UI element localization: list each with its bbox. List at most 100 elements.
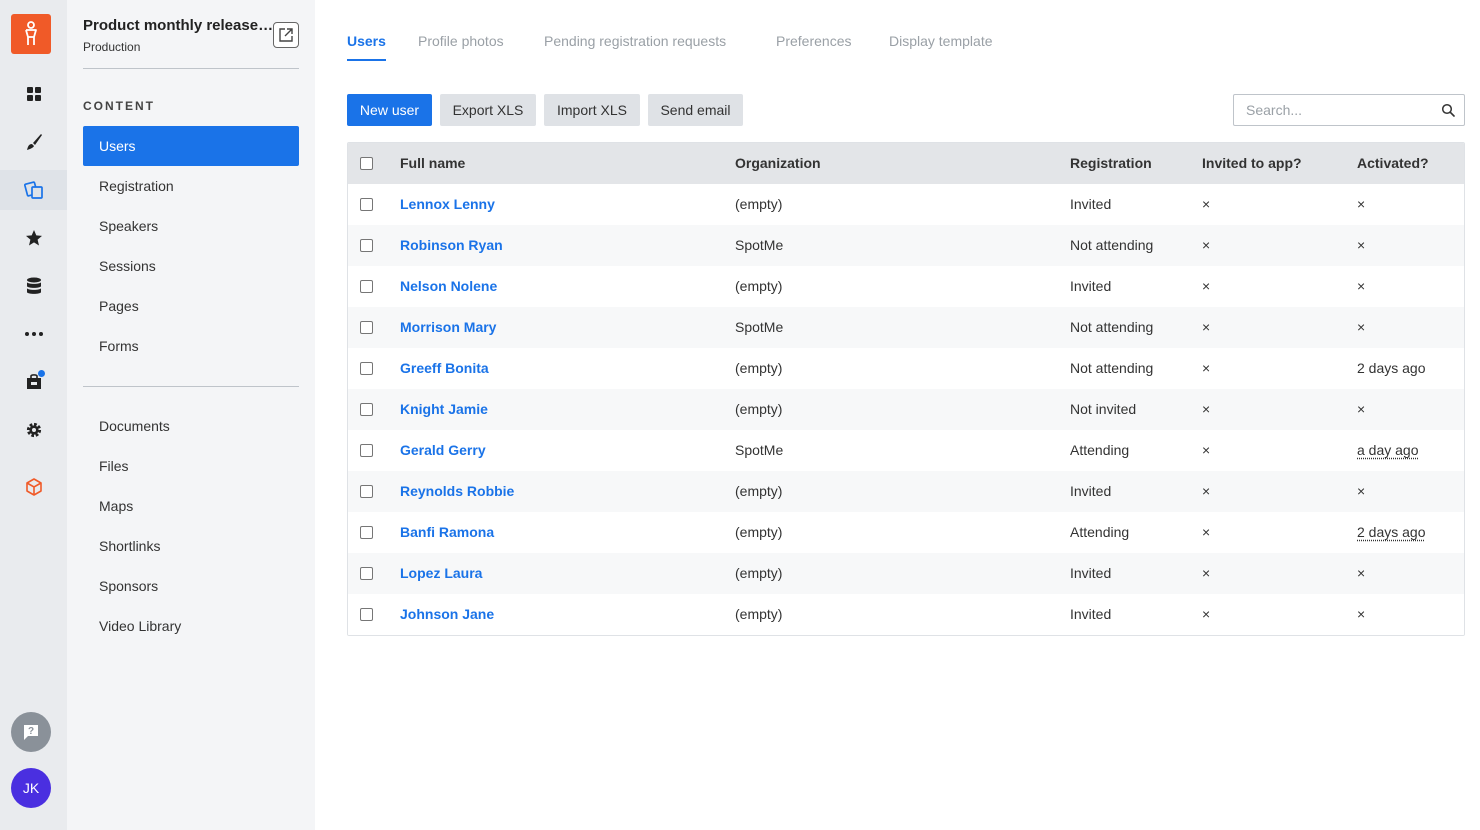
rail-favorites[interactable] [0, 218, 67, 258]
table-row: Johnson Jane (empty) Invited × × [348, 594, 1464, 635]
organization-cell: (empty) [735, 606, 783, 622]
svg-text:?: ? [28, 726, 34, 737]
row-checkbox[interactable] [360, 239, 373, 252]
registration-cell: Invited [1070, 483, 1112, 499]
sidebar-item-speakers[interactable]: Speakers [83, 206, 299, 246]
organization-cell: (empty) [735, 483, 783, 499]
active-tab-indicator [347, 59, 386, 61]
row-checkbox[interactable] [360, 485, 373, 498]
sidebar-item-files[interactable]: Files [83, 446, 299, 486]
row-checkbox[interactable] [360, 321, 373, 334]
row-checkbox[interactable] [360, 362, 373, 375]
activated-cell: × [1357, 483, 1366, 499]
tab-users[interactable]: Users [347, 33, 386, 49]
new-user-button[interactable]: New user [347, 94, 432, 126]
tab-display-template[interactable]: Display template [889, 33, 993, 49]
user-name-link[interactable]: Lennox Lenny [400, 196, 495, 212]
activated-cell: × [1357, 196, 1366, 212]
brand-logo[interactable] [11, 14, 51, 54]
more-icon [24, 332, 43, 336]
invited-cell: × [1202, 483, 1211, 499]
avatar[interactable]: JK [11, 768, 51, 808]
notification-dot [38, 370, 45, 377]
invited-cell: × [1202, 442, 1211, 458]
row-checkbox[interactable] [360, 280, 373, 293]
column-header-registration[interactable]: Registration [1070, 155, 1152, 171]
invited-cell: × [1202, 237, 1211, 253]
organization-cell: (empty) [735, 196, 783, 212]
open-external-button[interactable] [273, 22, 299, 48]
export-xls-button[interactable]: Export XLS [440, 94, 536, 126]
search-box [1233, 94, 1465, 126]
sidebar-item-documents[interactable]: Documents [83, 406, 299, 446]
row-checkbox[interactable] [360, 403, 373, 416]
search-icon[interactable] [1441, 103, 1455, 117]
user-name-link[interactable]: Johnson Jane [400, 606, 494, 622]
registration-cell: Not attending [1070, 360, 1154, 376]
row-checkbox[interactable] [360, 608, 373, 621]
rail-packages[interactable] [0, 467, 67, 507]
sidebar-item-users[interactable]: Users [83, 126, 299, 166]
sidebar-divider [83, 68, 299, 69]
user-name-link[interactable]: Morrison Mary [400, 319, 496, 335]
table-row: Banfi Ramona (empty) Attending × 2 days … [348, 512, 1464, 553]
user-name-link[interactable]: Reynolds Robbie [400, 483, 514, 499]
table-row: Nelson Nolene (empty) Invited × × [348, 266, 1464, 307]
registration-cell: Invited [1070, 196, 1112, 212]
table-row: Greeff Bonita (empty) Not attending × 2 … [348, 348, 1464, 389]
rail-design[interactable] [0, 122, 67, 162]
database-icon [26, 277, 41, 294]
user-name-link[interactable]: Gerald Gerry [400, 442, 486, 458]
import-xls-button[interactable]: Import XLS [544, 94, 640, 126]
user-name-link[interactable]: Knight Jamie [400, 401, 488, 417]
sidebar-item-pages[interactable]: Pages [83, 286, 299, 326]
activated-cell: 2 days ago [1357, 524, 1426, 540]
sidebar-item-maps[interactable]: Maps [83, 486, 299, 526]
search-input[interactable] [1234, 95, 1434, 125]
user-name-link[interactable]: Banfi Ramona [400, 524, 494, 540]
user-name-link[interactable]: Nelson Nolene [400, 278, 497, 294]
tab-profile-photos[interactable]: Profile photos [418, 33, 504, 49]
rail-store[interactable] [0, 362, 67, 402]
invited-cell: × [1202, 319, 1211, 335]
row-checkbox[interactable] [360, 567, 373, 580]
registration-cell: Attending [1070, 524, 1130, 540]
rail-dashboard[interactable] [0, 74, 67, 114]
external-link-icon [279, 28, 293, 42]
row-checkbox[interactable] [360, 198, 373, 211]
activated-cell: a day ago [1357, 442, 1419, 458]
sidebar-item-sponsors[interactable]: Sponsors [83, 566, 299, 606]
user-name-link[interactable]: Lopez Laura [400, 565, 482, 581]
activated-cell: × [1357, 565, 1366, 581]
sidebar-item-forms[interactable]: Forms [83, 326, 299, 366]
sidebar-item-registration[interactable]: Registration [83, 166, 299, 206]
sidebar-item-shortlinks[interactable]: Shortlinks [83, 526, 299, 566]
registration-cell: Not invited [1070, 401, 1137, 417]
rail-database[interactable] [0, 266, 67, 306]
column-header-full-name[interactable]: Full name [400, 155, 465, 171]
select-all-checkbox[interactable] [360, 157, 373, 170]
send-email-button[interactable]: Send email [648, 94, 743, 126]
help-button[interactable]: ? [11, 712, 51, 752]
organization-cell: SpotMe [735, 442, 784, 458]
brush-icon [26, 134, 42, 150]
column-header-invited[interactable]: Invited to app? [1202, 155, 1302, 171]
tab-pending-registration-requests[interactable]: Pending registration requests [544, 33, 726, 49]
row-checkbox[interactable] [360, 526, 373, 539]
rail-settings[interactable] [0, 410, 67, 450]
icon-rail: ? JK [0, 0, 67, 830]
cube-icon [25, 478, 42, 496]
rail-content[interactable] [0, 170, 67, 210]
table-row: Lennox Lenny (empty) Invited × × [348, 184, 1464, 225]
rail-more[interactable] [0, 314, 67, 354]
organization-cell: (empty) [735, 565, 783, 581]
tab-preferences[interactable]: Preferences [776, 33, 851, 49]
row-checkbox[interactable] [360, 444, 373, 457]
registration-cell: Not attending [1070, 237, 1154, 253]
user-name-link[interactable]: Robinson Ryan [400, 237, 503, 253]
column-header-activated[interactable]: Activated? [1357, 155, 1429, 171]
user-name-link[interactable]: Greeff Bonita [400, 360, 489, 376]
sidebar-item-video-library[interactable]: Video Library [83, 606, 299, 646]
column-header-organization[interactable]: Organization [735, 155, 821, 171]
sidebar-item-sessions[interactable]: Sessions [83, 246, 299, 286]
